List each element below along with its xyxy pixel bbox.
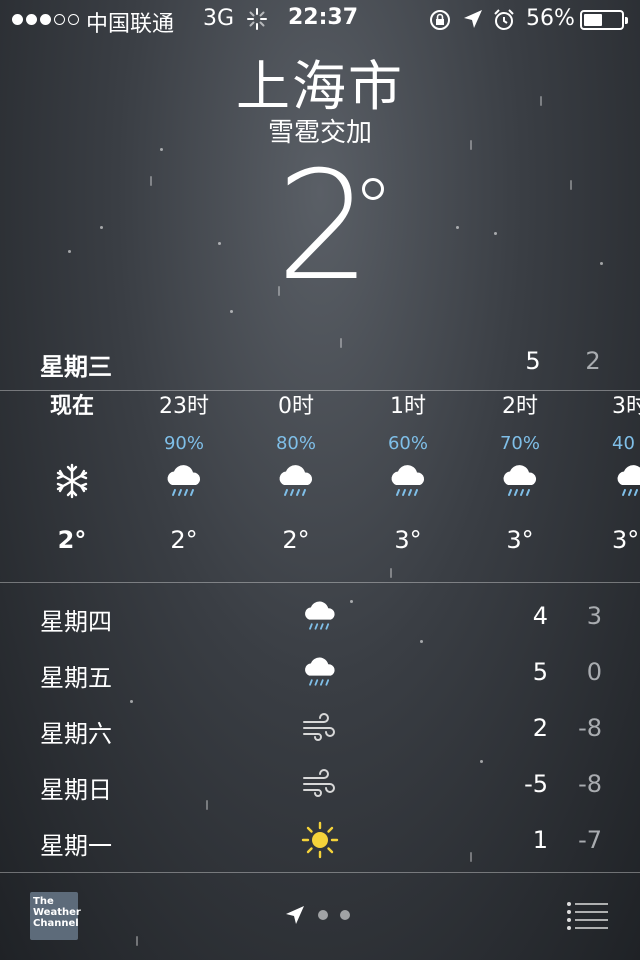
hourly-item: 1时 60% 3°: [358, 392, 458, 554]
rain-speck: [390, 568, 392, 578]
day-name: 星期五: [40, 664, 112, 692]
wind-icon: [303, 713, 335, 741]
hour-temperature: 2°: [282, 526, 310, 554]
daily-row: 星期四 4 3: [0, 590, 640, 646]
hour-temperature: 2°: [57, 526, 87, 554]
precip-chance: 80%: [275, 433, 316, 454]
rain-speck: [218, 242, 221, 245]
day-low: -7: [578, 826, 602, 854]
hour-label: 2时: [502, 394, 538, 419]
activity-spinner-icon: [247, 8, 267, 30]
city-list-icon[interactable]: [566, 900, 608, 930]
today-day: 星期三: [40, 353, 112, 381]
day-high: 5: [532, 658, 548, 686]
hour-label: 现在: [49, 394, 94, 419]
signal-strength-icon: [12, 14, 79, 25]
sun-icon: [301, 821, 339, 859]
hour-label: 23时: [159, 394, 209, 419]
rain-speck: [340, 338, 342, 348]
rain-speck: [600, 262, 603, 265]
rain-cloud-icon: [167, 465, 201, 496]
precip-chance: [22, 432, 122, 456]
location-arrow-icon: [286, 906, 304, 924]
city-name: 上海市: [236, 55, 404, 118]
page-dot: [340, 910, 350, 920]
daily-row: 星期六 2 -8: [0, 702, 640, 758]
hourly-item: 0时 80% 2°: [246, 392, 346, 554]
today-high: 5: [525, 347, 541, 375]
hour-temperature: 3°: [506, 526, 534, 554]
day-high: 2: [532, 714, 548, 742]
precip-chance: 90%: [163, 433, 204, 454]
divider: [0, 582, 640, 583]
today-low: 2: [585, 347, 601, 375]
rain-speck: [456, 226, 459, 229]
rain-speck: [570, 180, 572, 190]
precip-chance: 40: [612, 433, 635, 454]
snowflake-icon: [56, 463, 88, 499]
rain-cloud-icon: [617, 465, 640, 496]
divider: [0, 872, 640, 873]
day-low: 3: [586, 602, 602, 630]
battery-icon: [580, 10, 628, 30]
status-bar: 中国联通 3G 22:37 56%: [0, 0, 640, 40]
hourly-item: 2时 70% 3°: [470, 392, 570, 554]
page-dot: [318, 910, 328, 920]
rain-speck: [230, 310, 233, 313]
degree-symbol: [362, 178, 384, 200]
divider: [0, 390, 640, 391]
day-name: 星期四: [40, 608, 112, 636]
clock: 22:37: [288, 5, 359, 30]
rain-speck: [136, 936, 138, 946]
hour-label: 0时: [278, 394, 314, 419]
daily-row: 星期一 1 -7: [0, 814, 640, 870]
day-low: -8: [578, 770, 602, 798]
page-indicator[interactable]: [284, 904, 350, 926]
current-temperature: 2: [276, 140, 372, 314]
orientation-lock-icon: [430, 10, 450, 30]
daily-row: 星期五 5 0: [0, 646, 640, 702]
precip-chance: 70%: [499, 433, 540, 454]
location-arrow-icon: [464, 10, 482, 28]
rain-speck: [68, 250, 71, 253]
hourly-item: 23时 90% 2°: [134, 392, 234, 554]
hour-label: 3时: [612, 394, 640, 419]
hour-temperature: 3°: [612, 526, 640, 554]
precip-chance: 60%: [387, 433, 428, 454]
rain-cloud-icon: [279, 465, 313, 496]
daily-row: 星期日 -5 -8: [0, 758, 640, 814]
day-name: 星期六: [40, 720, 112, 748]
day-low: -8: [578, 714, 602, 742]
wind-icon: [303, 769, 335, 797]
weather-channel-logo[interactable]: The Weather Channel: [30, 892, 81, 940]
battery-percentage: 56%: [526, 6, 575, 31]
rain-cloud-icon: [503, 465, 537, 496]
day-high: -5: [524, 770, 548, 798]
hour-label: 1时: [390, 394, 426, 419]
rain-speck: [100, 226, 103, 229]
day-name: 星期日: [40, 776, 112, 804]
day-low: 0: [586, 658, 602, 686]
day-high: 1: [532, 826, 548, 854]
day-name: 星期一: [40, 832, 112, 860]
alarm-icon: [494, 9, 514, 30]
hour-temperature: 2°: [170, 526, 198, 554]
day-high: 4: [532, 602, 548, 630]
hourly-item: 现在 2°: [22, 392, 122, 554]
rain-cloud-icon: [391, 465, 425, 496]
network-type: 3G: [203, 6, 235, 31]
hour-temperature: 3°: [394, 526, 422, 554]
rain-cloud-icon: [305, 601, 335, 630]
hourly-item-partial: 3时 40 3°: [582, 392, 640, 572]
rain-speck: [494, 232, 497, 235]
rain-speck: [150, 176, 152, 186]
rain-cloud-icon: [305, 657, 335, 686]
carrier-name: 中国联通: [86, 12, 175, 37]
